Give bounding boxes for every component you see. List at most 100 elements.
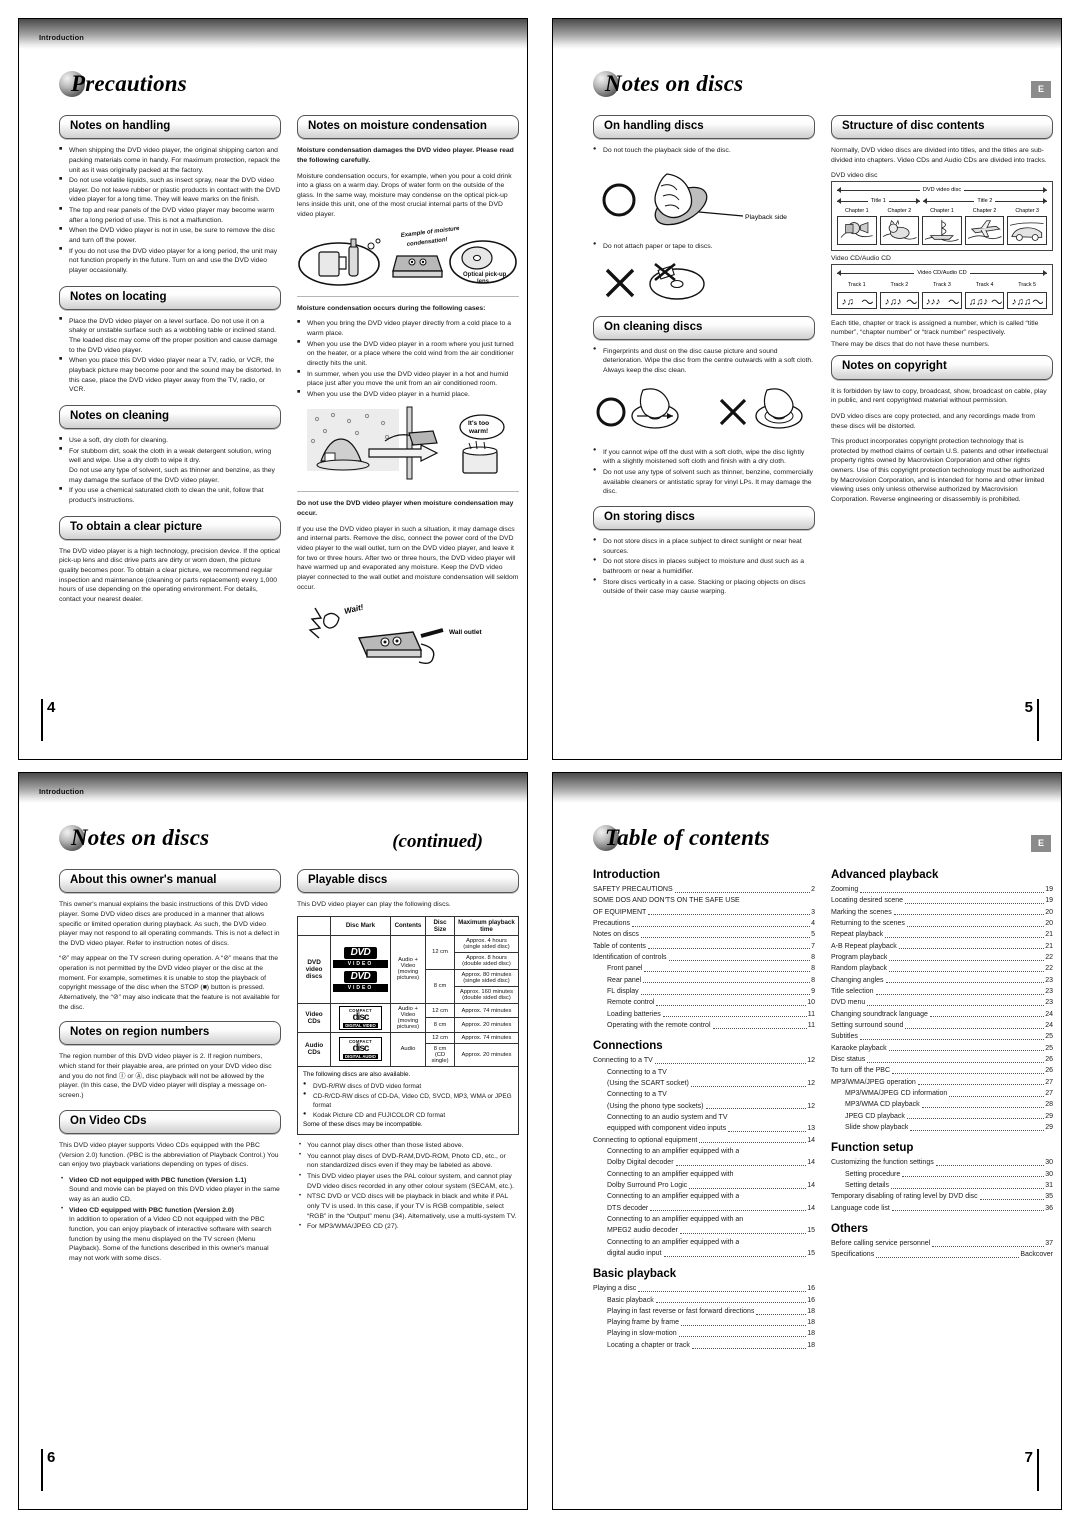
toc-entry-page: 30 [1045,1159,1053,1167]
toc-entry[interactable]: Specifications Backcover [831,1249,1053,1260]
toc-entry[interactable]: Marking the scenes 20 [831,907,1053,918]
toc-entry-page: 18 [807,1319,815,1327]
toc-entry[interactable]: Locating desired scene 19 [831,895,1053,906]
disc-size-cell: 8 cm [425,968,455,1004]
toc-entry[interactable]: Table of contents 7 [593,941,815,952]
page-7: E Table of contents Introduction SAFETY P… [552,772,1062,1510]
toc-entry[interactable]: MPEG2 audio decoder 15 [593,1225,815,1236]
toc-entry[interactable]: Customizing the function settings 30 [831,1157,1053,1168]
toc-entry[interactable]: Subtitles 25 [831,1031,1053,1042]
toc-entry-label: Playing in fast reverse or fast forward … [607,1307,755,1315]
list-item-extra: Do not use any type of solvent, such as … [69,467,275,484]
also-available-footer: Some of these discs may be incompatible. [303,1121,423,1129]
toc-entry[interactable]: MP3/WMA/JPEG operation 27 [831,1077,1053,1088]
toc-entry[interactable]: Playing in fast reverse or fast forward … [593,1306,815,1317]
toc-entry[interactable]: Temporary disabling of rating level by D… [831,1191,1053,1202]
list-item: When shipping the DVD video player, the … [59,146,281,175]
toc-entry[interactable]: Identification of controls 8 [593,952,815,963]
toc-entry-page: 4 [811,919,815,927]
toc-entry[interactable]: FL display 9 [593,986,815,997]
toc-entry[interactable]: Changing soundtrack language 24 [831,1009,1053,1020]
page-title: Notes on discs [59,825,209,851]
toc-leader-dots [662,1016,807,1018]
toc-entry[interactable]: equipped with component video inputs 13 [593,1123,815,1134]
toc-entry-label: SAFETY PRECAUTIONS [593,886,673,893]
toc-entry[interactable]: JPEG CD playback 29 [831,1111,1053,1122]
copyright-paragraph-3: This product incorporates copyright prot… [831,438,1048,504]
toc-entry[interactable]: digital audio input 15 [593,1248,815,1259]
toc-entry-label: Slide show playback [845,1123,909,1131]
toc-entry[interactable]: Setting surround sound 24 [831,1020,1053,1031]
toc-entry[interactable]: Locating a chapter or track 18 [593,1340,815,1351]
toc-group: Others Before calling service personnel 37… [831,1223,1053,1261]
toc-entry[interactable]: MP3/WMA CD playback 28 [831,1099,1053,1110]
list-item: Place the DVD video player on a level su… [59,316,281,356]
toc-entry[interactable]: (Using the phono type sockets) 12 [593,1101,815,1112]
toc-entry[interactable]: Operating with the remote control 11 [593,1020,815,1031]
toc-entry[interactable]: Dolby Surround Pro Logic 14 [593,1180,815,1191]
toc-entry[interactable]: Precautions 4 [593,918,815,929]
toc-entry[interactable]: Setting procedure 30 [831,1169,1053,1180]
toc-entry[interactable]: DTS decoder 14 [593,1203,815,1214]
toc-entry-page: 18 [807,1307,815,1315]
toc-entry[interactable]: DVD menu 23 [831,997,1053,1008]
toc-entry[interactable]: Front panel 8 [593,963,815,974]
toc-entry[interactable]: Program playback 22 [831,952,1053,963]
toc-entry[interactable]: Karaoke playback 25 [831,1043,1053,1054]
playable-discs-intro: This DVD video player can play the follo… [297,901,451,909]
toc-entry[interactable]: Connecting to a TV [593,1089,815,1100]
also-available-title: The following discs are also available. [303,1070,411,1078]
toc-entry[interactable]: Remote control 10 [593,997,815,1008]
toc-entry[interactable]: Random playback 22 [831,963,1053,974]
list-item: Do not store discs in a place subject to… [593,537,815,556]
toc-entry[interactable]: OF EQUIPMENT 3 [593,907,815,918]
toc-entry[interactable]: To turn off the PBC 26 [831,1065,1053,1076]
toc-entry[interactable]: Playing a disc 16 [593,1283,815,1294]
toc-entry[interactable]: Changing angles 23 [831,975,1053,986]
toc-entry[interactable]: Loading batteries 11 [593,1009,815,1020]
toc-entry[interactable]: SAFETY PRECAUTIONS 2 [593,884,815,895]
moisture-condensation-illustration: Example of moisture condensation! Optica… [297,226,519,288]
toc-entry[interactable]: Notes on discs 5 [593,929,815,940]
toc-entry[interactable]: Disc status 26 [831,1054,1053,1065]
toc-entry[interactable]: MP3/WMA/JPEG CD information 27 [831,1088,1053,1099]
list-item: Do not store discs in places subject to … [593,557,815,576]
toc-entry[interactable]: Connecting to optional equipment 14 [593,1135,815,1146]
structure-footer-1: Each title, chapter or track is assigned… [831,319,1039,337]
toc-entry[interactable]: Connecting to a TV 12 [593,1055,815,1066]
toc-entry[interactable]: Slide show playback 29 [831,1122,1053,1133]
toc-entry[interactable]: Rear panel 8 [593,975,815,986]
page-7-columns: Introduction SAFETY PRECAUTIONS 2 SOME DOS … [553,869,1061,1469]
page-4-column-left: Notes on handling When shipping the DVD … [59,115,281,611]
on-cleaning-discs-list-2: If you cannot wipe off the dust with a s… [593,447,815,497]
cleaning-direction-illustration [593,382,815,440]
toc-entry[interactable]: Setting details 31 [831,1180,1053,1191]
list-item: When you use the DVD video player in a r… [297,339,519,369]
toc-entry[interactable]: Connecting to an amplifier equipped with… [593,1214,815,1225]
toc-entry[interactable]: Before calling service personnel 37 [831,1238,1053,1249]
disc-size-cell: 12 cm [425,1002,455,1019]
toc-entry[interactable]: Connecting to an amplifier equipped with… [593,1237,815,1248]
toc-entry[interactable]: Connecting to an audio system and TV [593,1112,815,1123]
toc-leader-dots [921,1107,1045,1109]
toc-entry[interactable]: Returning to the scenes 20 [831,918,1053,929]
toc-entry[interactable]: Connecting to an amplifier equipped with… [593,1191,815,1202]
toc-entry[interactable]: Connecting to a TV [593,1067,815,1078]
toc-entry[interactable]: A-B Repeat playback 21 [831,941,1053,952]
page-4-columns: Notes on handling When shipping the DVD … [19,115,527,719]
toc-entry[interactable]: (Using the SCART socket) 12 [593,1078,815,1089]
section-heading-on-cleaning-discs: On cleaning discs [593,315,815,340]
toc-entry[interactable]: Repeat playback 21 [831,929,1053,940]
toc-leader-dots [656,1005,807,1007]
toc-entry[interactable]: Connecting to an amplifier equipped with… [593,1146,815,1157]
toc-entry[interactable]: Title selection 23 [831,986,1053,997]
toc-entry[interactable]: Basic playback 16 [593,1295,815,1306]
toc-entry[interactable]: Dolby Digital decoder 14 [593,1157,815,1168]
toc-entry[interactable]: Playing in slow-motion 18 [593,1328,815,1339]
table-row: Video CDs COMPACT disc DIGITAL VIDEO Aud… [296,1002,520,1033]
toc-entry[interactable]: Playing frame by frame 18 [593,1317,815,1328]
toc-entry[interactable]: Connecting to an amplifier equipped with [593,1169,815,1180]
toc-entry[interactable]: Zooming 19 [831,884,1053,895]
toc-entry[interactable]: SOME DOS AND DON'TS ON THE SAFE USE [593,895,815,906]
toc-entry[interactable]: Language code list 36 [831,1203,1053,1214]
